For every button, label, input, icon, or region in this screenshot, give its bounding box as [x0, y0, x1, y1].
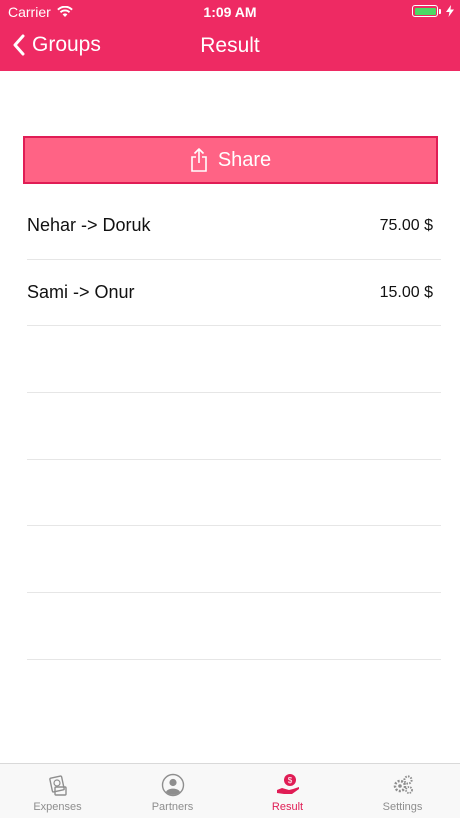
- charging-bolt-icon: [446, 5, 454, 17]
- tab-expenses[interactable]: Expenses: [0, 764, 115, 818]
- battery-icon: [412, 5, 441, 17]
- list-item-empty: [27, 526, 441, 594]
- share-button[interactable]: Share: [23, 136, 438, 184]
- page-title: Result: [200, 34, 260, 57]
- list-item-empty: [27, 660, 441, 727]
- status-right: [412, 5, 454, 17]
- tab-expenses-label: Expenses: [33, 801, 82, 813]
- tab-settings-label: Settings: [382, 801, 423, 813]
- settings-icon: [393, 775, 413, 794]
- partners-icon: [161, 773, 184, 797]
- results-list: Nehar -> Doruk 75.00 $ Sami -> Onur 15.0…: [27, 193, 441, 727]
- list-item-empty: [27, 593, 441, 660]
- navigation-header: Carrier 1:09 AM Groups Result: [0, 0, 460, 71]
- tab-partners-label: Partners: [151, 801, 194, 813]
- tab-result[interactable]: $ Result: [230, 764, 345, 818]
- tab-partners[interactable]: Partners: [115, 764, 230, 818]
- status-time: 1:09 AM: [203, 4, 257, 20]
- tab-result-label: Result: [271, 801, 304, 813]
- list-item[interactable]: Nehar -> Doruk 75.00 $: [27, 193, 441, 260]
- share-label: Share: [217, 148, 272, 171]
- share-icon: [191, 148, 207, 172]
- status-bar: Carrier 1:09 AM: [0, 0, 460, 24]
- result-icon: $: [276, 774, 299, 794]
- list-item-empty: [27, 393, 441, 460]
- list-item-empty: [27, 460, 441, 527]
- list-item[interactable]: Sami -> Onur 15.00 $: [27, 260, 441, 327]
- list-item-empty: [27, 326, 441, 394]
- transfer-label: Nehar -> Doruk: [27, 215, 151, 236]
- transfer-amount: 15.00 $: [379, 283, 433, 301]
- transfer-amount: 75.00 $: [379, 216, 433, 234]
- svg-text:$: $: [287, 776, 292, 785]
- expenses-icon: [48, 775, 67, 796]
- transfer-label: Sami -> Onur: [27, 282, 135, 303]
- tab-bar: Expenses Partners $ Result Settings: [0, 763, 460, 818]
- tab-settings[interactable]: Settings: [345, 764, 460, 818]
